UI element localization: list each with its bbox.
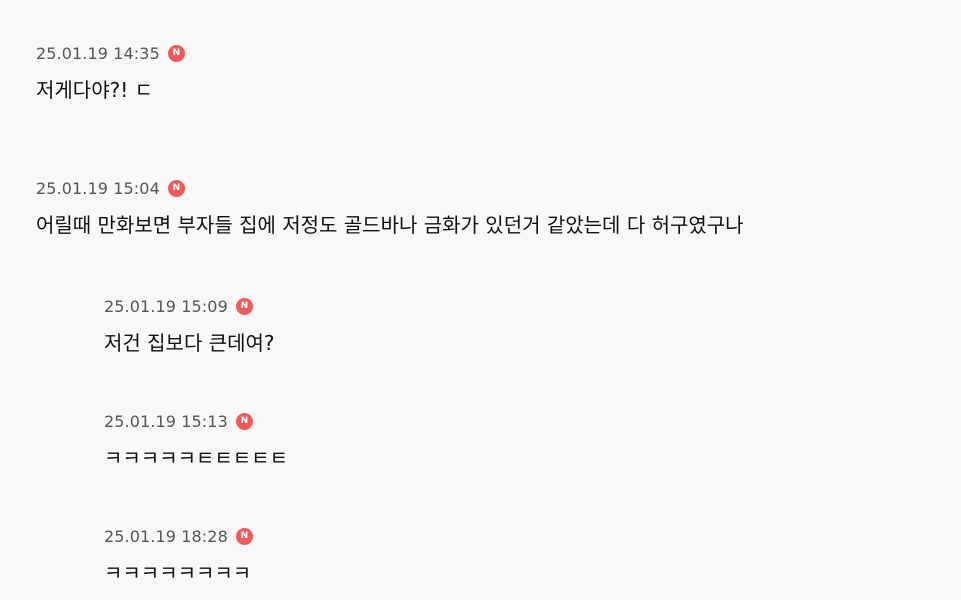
new-badge-icon: N [235, 412, 253, 430]
comment-timestamp: 25.01.19 14:35 [36, 43, 160, 63]
new-badge-icon: N [235, 527, 253, 545]
new-badge-icon: N [167, 179, 185, 197]
new-badge-icon: N [167, 44, 185, 62]
comment-text: 어릴때 만화보면 부자들 집에 저정도 골드바나 금화가 있던거 같았는데 다 … [36, 213, 744, 237]
comment-timestamp: 25.01.19 15:13 [104, 411, 228, 431]
reply-item: 25.01.19 15:13 N ㅋㅋㅋㅋㅋㅌㅌㅌㅌㅌ [104, 411, 288, 471]
new-badge-icon: N [235, 297, 253, 315]
comment-list: 25.01.19 14:35 N 저게다야?! ㄷ 25.01.19 15:04… [0, 0, 961, 600]
comment-text: 저게다야?! ㄷ [36, 78, 153, 102]
comment-meta: 25.01.19 18:28 N [104, 526, 253, 546]
comment-meta: 25.01.19 14:35 N [36, 43, 185, 63]
comment-text: ㅋㅋㅋㅋㅋㅌㅌㅌㅌㅌ [104, 446, 288, 470]
comment-timestamp: 25.01.19 15:09 [104, 296, 228, 316]
reply-item: 25.01.19 15:09 N 저건 집보다 큰데여? [104, 296, 275, 356]
comment-meta: 25.01.19 15:09 N [104, 296, 275, 316]
comment-item: 25.01.19 15:04 N 어릴때 만화보면 부자들 집에 저정도 골드바… [36, 178, 744, 238]
comment-meta: 25.01.19 15:04 N [36, 178, 744, 198]
comment-timestamp: 25.01.19 15:04 [36, 178, 160, 198]
comment-timestamp: 25.01.19 18:28 [104, 526, 228, 546]
comment-item: 25.01.19 14:35 N 저게다야?! ㄷ [36, 43, 185, 103]
reply-item: 25.01.19 18:28 N ㅋㅋㅋㅋㅋㅋㅋㅋ [104, 526, 253, 586]
comment-text: 저건 집보다 큰데여? [104, 331, 275, 355]
comment-meta: 25.01.19 15:13 N [104, 411, 288, 431]
comment-text: ㅋㅋㅋㅋㅋㅋㅋㅋ [104, 561, 252, 585]
